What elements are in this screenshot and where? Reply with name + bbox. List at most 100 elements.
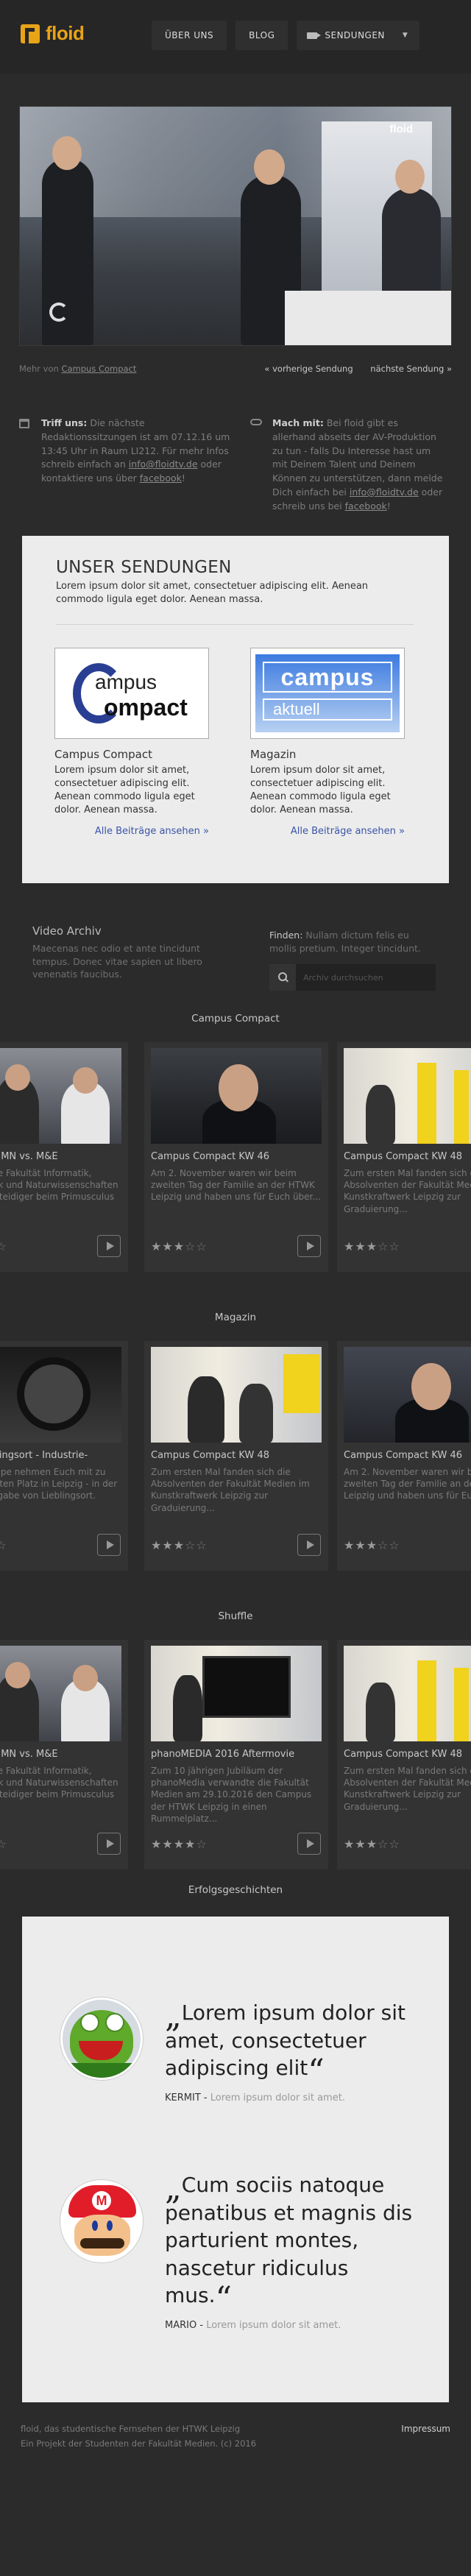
- person-head: [52, 136, 82, 170]
- video-tile[interactable]: Musculus IMN vs. M&E Erst trat die Fakul…: [0, 1640, 128, 1869]
- play-icon[interactable]: [97, 1534, 121, 1556]
- video-title: Campus Compact KW 48: [151, 1450, 269, 1461]
- video-archive: Video Archiv Maecenas nec odio et ante t…: [32, 924, 209, 981]
- video-thumbnail: [151, 1347, 322, 1443]
- campus-compact-logo: ampus ompact: [60, 657, 204, 729]
- nav-label: ÜBER UNS: [165, 30, 214, 40]
- play-icon[interactable]: [97, 1833, 121, 1855]
- nav-item-blog[interactable]: BLOG: [236, 21, 288, 50]
- site-footer: floid, das studentische Fernsehen der HT…: [21, 2421, 450, 2451]
- video-title: Campus Compact KW 46: [344, 1450, 462, 1461]
- video-watermark: floid: [389, 123, 413, 135]
- nav-item-ueber-uns[interactable]: ÜBER UNS: [152, 21, 227, 50]
- quote-open-icon: „: [165, 1998, 182, 2035]
- calendar-icon: [19, 419, 29, 428]
- rating-stars[interactable]: ★★★☆☆: [0, 1538, 7, 1552]
- search-input[interactable]: [296, 964, 436, 991]
- info-title: Triff uns:: [41, 417, 88, 428]
- row-title-campus-compact: Campus Compact: [191, 1013, 280, 1025]
- video-description: Erst trat die Fakultät Informatik, Mathe…: [0, 1168, 118, 1203]
- impressum-link[interactable]: Impressum: [401, 2421, 450, 2437]
- show-thumbnail[interactable]: ampus ompact: [54, 648, 209, 739]
- video-description: Am 2. November waren wir beim zweiten Ta…: [344, 1467, 471, 1501]
- video-title: Campus Compact KW 46: [151, 1151, 269, 1162]
- play-icon[interactable]: [297, 1833, 321, 1855]
- rating-stars[interactable]: ★★★☆☆: [151, 1538, 208, 1552]
- video-title: Campus Compact KW 48: [344, 1749, 462, 1760]
- search-icon[interactable]: [269, 964, 296, 991]
- featured-video[interactable]: floid: [19, 106, 452, 346]
- rating-stars[interactable]: ★★★☆☆: [151, 1239, 208, 1253]
- site-logo[interactable]: floid: [21, 22, 85, 45]
- shows-heading: UNSER SENDUNGEN: [56, 558, 232, 577]
- rating-stars[interactable]: ★★★☆☆: [344, 1837, 400, 1851]
- show-card-campus-compact: ampus ompact Campus Compact Lorem ipsum …: [54, 648, 209, 837]
- video-row-magazin: Mein Lieblingsort - Industrie- Ben und P…: [0, 1341, 471, 1577]
- video-title: phanoMEDIA 2016 Aftermovie: [151, 1749, 295, 1760]
- show-title: Campus Compact: [54, 748, 152, 761]
- quote-close-icon: “: [308, 2053, 325, 2091]
- video-tile[interactable]: Musculus IMN vs. M&E Erst trat die Fakul…: [0, 1042, 128, 1272]
- video-thumbnail: [0, 1646, 121, 1741]
- video-tile[interactable]: Campus Compact KW 46 Am 2. November ware…: [337, 1341, 471, 1571]
- video-source: Mehr von Campus Compact: [19, 364, 137, 374]
- row-title-magazin: Magazin: [214, 1312, 257, 1323]
- facebook-link[interactable]: facebook: [345, 500, 387, 512]
- archive-text: Maecenas nec odio et ante tincidunt temp…: [32, 943, 202, 980]
- facebook-link[interactable]: facebook: [140, 473, 182, 484]
- video-description: Zum 10 jährigen Jubiläum der phanoMedia …: [151, 1766, 312, 1824]
- chevron-down-icon: ▼: [402, 32, 408, 39]
- nav-item-sendungen[interactable]: SENDUNGEN ▼: [297, 21, 420, 50]
- footer-line: floid, das studentische Fernsehen der HT…: [21, 2424, 241, 2434]
- video-thumbnail: [0, 1347, 121, 1443]
- video-tile[interactable]: Mein Lieblingsort - Industrie- Ben und P…: [0, 1341, 128, 1571]
- rating-stars[interactable]: ★★★☆☆: [344, 1538, 400, 1552]
- link-icon: [250, 419, 262, 425]
- rating-stars[interactable]: ★★★★☆: [151, 1837, 208, 1851]
- finder-text: Finden: Nullam dictum felis eu mollis pr…: [269, 930, 421, 954]
- video-tile[interactable]: Campus Compact KW 48 Zum ersten Mal fand…: [144, 1341, 328, 1571]
- person-head: [254, 149, 285, 185]
- prev-video-link[interactable]: « vorherige Sendung: [264, 364, 353, 374]
- testimonial-quote: „Lorem ipsum dolor sit amet, consectetue…: [165, 1999, 415, 2103]
- rating-stars[interactable]: ★★★☆☆: [344, 1239, 400, 1253]
- show-title: Magazin: [250, 748, 297, 761]
- video-tile[interactable]: phanoMEDIA 2016 Aftermovie Zum 10 jährig…: [144, 1640, 328, 1869]
- play-icon[interactable]: [297, 1235, 321, 1257]
- archive-search: [269, 964, 436, 991]
- person-figure: [42, 158, 93, 345]
- email-link[interactable]: info@floidtv.de: [350, 486, 419, 498]
- show-all-link[interactable]: Alle Beiträge ansehen »: [54, 826, 209, 837]
- video-thumbnail: [344, 1048, 471, 1144]
- video-thumbnail: [344, 1646, 471, 1741]
- footer-line: Ein Projekt der Studenten der Fakultät M…: [21, 2438, 257, 2449]
- shows-intro: Lorem ipsum dolor sit amet, consectetuer…: [56, 581, 369, 605]
- quote-text: Lorem ipsum dolor sit amet, consectetuer…: [165, 2000, 406, 2081]
- quote-text: Cum sociis natoque penatibus et magnis d…: [165, 2173, 413, 2308]
- rating-stars[interactable]: ★★☆☆☆: [0, 1239, 7, 1253]
- video-tile[interactable]: Campus Compact KW 48 Zum ersten Mal fand…: [337, 1042, 471, 1272]
- testimonials-heading: Erfolgsgeschichten: [188, 1884, 283, 1896]
- video-title: Musculus IMN vs. M&E: [0, 1151, 58, 1162]
- video-thumbnail: [151, 1646, 322, 1741]
- quote-author: MARIO - Lorem ipsum dolor sit amet.: [165, 2319, 341, 2331]
- show-all-link[interactable]: Alle Beiträge ansehen »: [250, 826, 405, 837]
- next-video-link[interactable]: nächste Sendung »: [370, 364, 452, 374]
- row-title-shuffle: Shuffle: [218, 1610, 253, 1622]
- channel-logo-icon: [49, 302, 68, 322]
- play-icon[interactable]: [97, 1235, 121, 1257]
- video-tile[interactable]: Campus Compact KW 48 Zum ersten Mal fand…: [337, 1640, 471, 1869]
- video-tile[interactable]: Campus Compact KW 46 Am 2. November ware…: [144, 1042, 328, 1272]
- source-link[interactable]: Campus Compact: [61, 364, 136, 374]
- play-icon[interactable]: [297, 1534, 321, 1556]
- video-description: Ben und Pepe nehmen Euch mit zu ihrem li…: [0, 1467, 118, 1501]
- info-join: Mach mit: Bei floid gibt es allerhand ab…: [250, 417, 443, 513]
- rating-stars[interactable]: ★★☆☆☆: [0, 1837, 7, 1851]
- finder-title: Finden:: [269, 930, 303, 941]
- quote-close-icon: “: [215, 2280, 233, 2318]
- show-description: Lorem ipsum dolor sit amet, consectetuer…: [250, 765, 391, 815]
- show-thumbnail[interactable]: campus aktuell: [250, 648, 405, 739]
- info-meetup: Triff uns: Die nächste Redaktionssitzung…: [19, 417, 233, 486]
- email-link[interactable]: info@floidtv.de: [129, 459, 198, 470]
- video-description: Erst trat die Fakultät Informatik, Mathe…: [0, 1766, 118, 1800]
